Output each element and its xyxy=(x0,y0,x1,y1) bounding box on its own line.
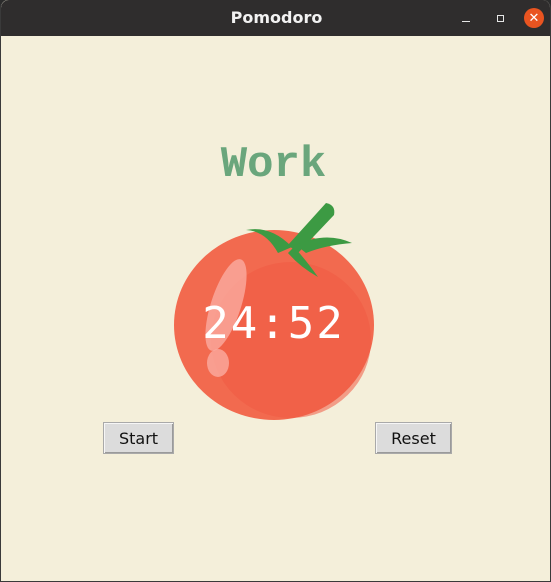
pomodoro-window: Pomodoro ✕ Work 24:52 Start Reset xyxy=(0,0,551,582)
minimize-icon xyxy=(462,20,470,22)
start-button[interactable]: Start xyxy=(103,422,174,454)
timer-display: 24:52 xyxy=(202,298,345,349)
maximize-icon xyxy=(496,14,504,22)
reset-button[interactable]: Reset xyxy=(375,422,452,454)
close-button[interactable]: ✕ xyxy=(524,8,544,28)
title-bar: Pomodoro ✕ xyxy=(1,0,550,36)
tomato-highlight-dot xyxy=(207,349,229,377)
close-icon: ✕ xyxy=(528,10,540,26)
mode-heading: Work xyxy=(220,140,327,190)
maximize-button[interactable] xyxy=(490,8,510,28)
minimize-button[interactable] xyxy=(456,8,476,28)
